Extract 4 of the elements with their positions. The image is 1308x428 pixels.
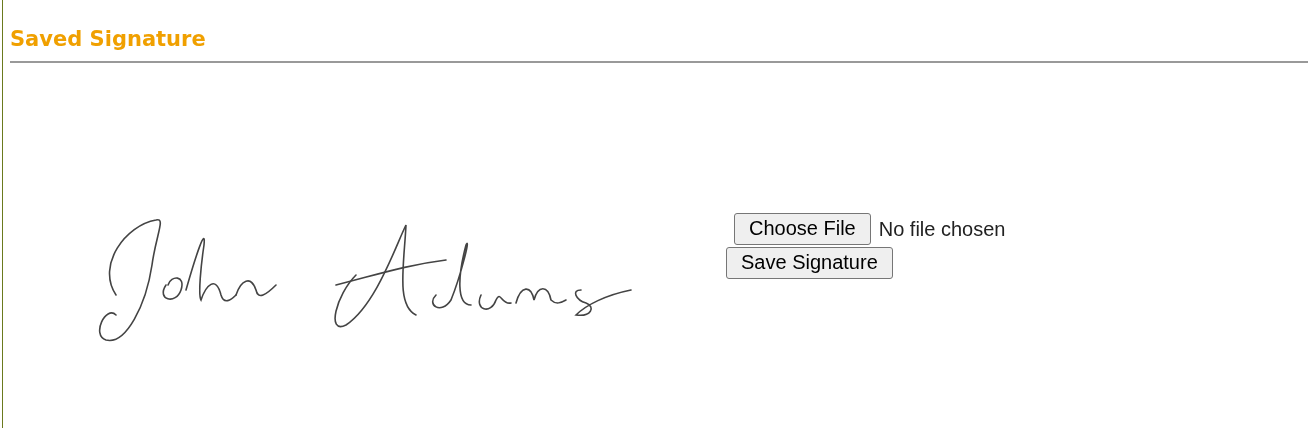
file-status: No file chosen: [878, 217, 1006, 241]
save-signature-button[interactable]: Save Signature: [726, 247, 893, 279]
choose-file-button[interactable]: Choose File: [734, 213, 871, 245]
section-heading: Saved Signature: [10, 26, 207, 53]
